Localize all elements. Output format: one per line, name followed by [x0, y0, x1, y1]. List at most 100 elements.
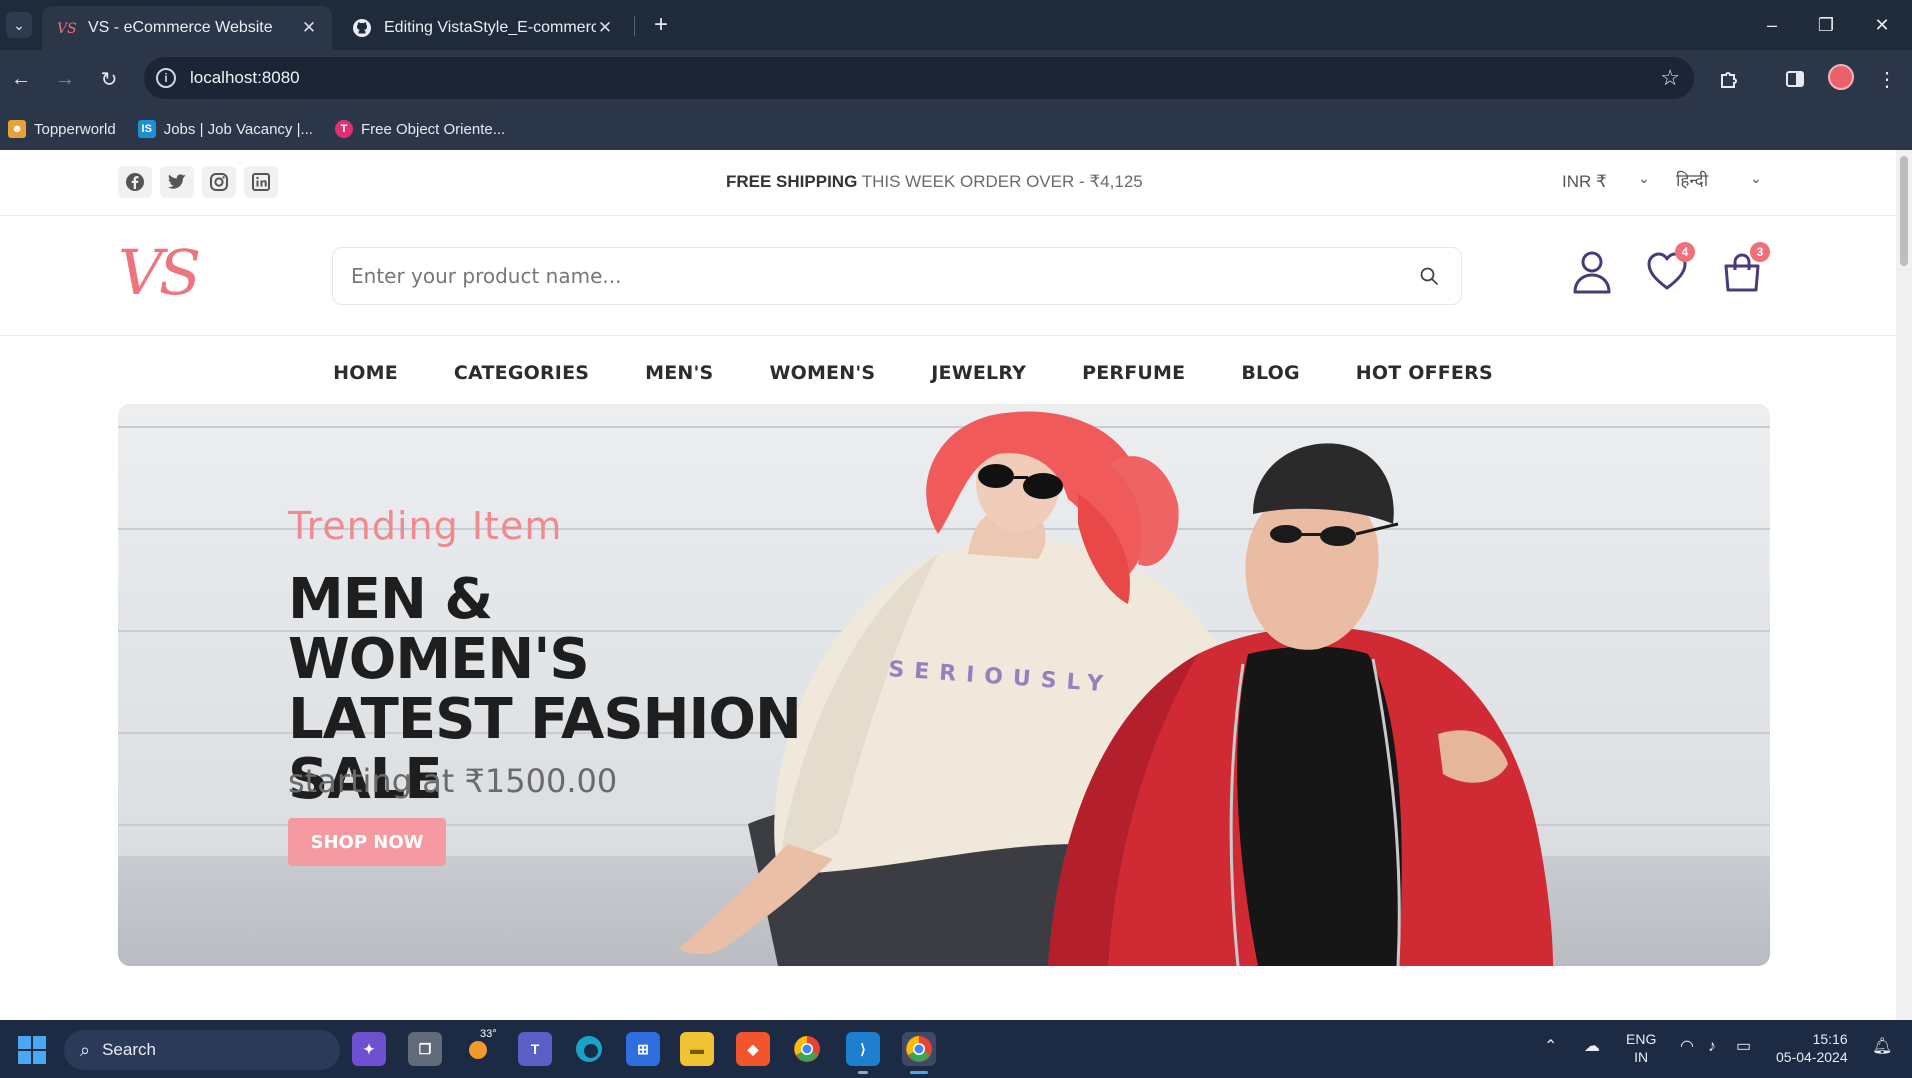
nav-perfume[interactable]: PERFUME: [1054, 336, 1213, 406]
nav-hot-offers[interactable]: HOT OFFERS: [1328, 336, 1521, 406]
onedrive-icon[interactable]: ☁: [1584, 1038, 1600, 1056]
wishlist-heart-icon[interactable]: 4: [1645, 242, 1695, 296]
nav-blog[interactable]: BLOG: [1213, 336, 1327, 406]
svg-text:VS: VS: [57, 21, 76, 37]
clock[interactable]: 15:16 05-04-2024: [1776, 1030, 1848, 1066]
wifi-icon[interactable]: ◠: [1680, 1038, 1694, 1056]
chevron-down-icon[interactable]: ⌄: [1638, 170, 1650, 187]
teams-icon[interactable]: T: [518, 1032, 552, 1066]
product-search-bar: [332, 247, 1462, 305]
microsoft-store-icon[interactable]: ⊞: [626, 1032, 660, 1066]
bookmarks-bar: ☻ Topperworld IS Jobs | Job Vacancy |...…: [0, 108, 1912, 150]
shopping-bag-icon[interactable]: 3: [1720, 242, 1770, 296]
task-view-icon[interactable]: ❐: [408, 1032, 442, 1066]
scrollbar-thumb[interactable]: [1900, 156, 1908, 266]
back-arrow-icon[interactable]: ←: [6, 64, 36, 94]
window-close-icon[interactable]: ✕: [1862, 10, 1902, 40]
tab-title: Editing VistaStyle_E-commerce-: [384, 19, 596, 36]
topperworld-favicon-icon: ☻: [8, 120, 26, 138]
bookmark-label: Free Object Oriente...: [360, 120, 506, 138]
taskbar-search-label: Search: [102, 1040, 156, 1059]
time-text: 15:16: [1812, 1031, 1848, 1047]
close-tab-icon[interactable]: ✕: [596, 18, 614, 38]
main-navigation: HOME CATEGORIES MEN'S WOMEN'S JEWELRY PE…: [0, 336, 1896, 406]
side-panel-icon[interactable]: [1780, 64, 1810, 94]
chevron-up-icon[interactable]: ⌃: [1544, 1038, 1557, 1056]
nav-jewelry[interactable]: JEWELRY: [903, 336, 1054, 406]
bookmark-topperworld[interactable]: ☻ Topperworld: [8, 120, 116, 138]
restore-icon[interactable]: ❐: [1806, 10, 1846, 40]
currency-select[interactable]: INR ₹: [1562, 172, 1607, 192]
user-account-icon[interactable]: [1570, 248, 1614, 296]
taskbar-search[interactable]: ⌕ Search: [64, 1030, 340, 1070]
shipping-rest-text: THIS WEEK ORDER OVER - ₹4,125: [861, 172, 1143, 191]
tab-search-button[interactable]: ⌄: [6, 12, 32, 38]
brave-browser-icon[interactable]: ◆: [736, 1032, 770, 1066]
free-shipping-banner: FREE SHIPPING THIS WEEK ORDER OVER - ₹4,…: [726, 172, 1143, 192]
hero-price: starting at ₹1500.00: [288, 762, 618, 800]
chrome-active-icon[interactable]: [902, 1032, 936, 1074]
volume-icon[interactable]: ♪: [1708, 1038, 1716, 1056]
reload-icon[interactable]: ↻: [94, 64, 124, 94]
instagram-icon[interactable]: [202, 166, 236, 198]
facebook-icon[interactable]: [118, 166, 152, 198]
bookmark-free-object-oriented[interactable]: T Free Object Oriente...: [334, 120, 506, 138]
search-icon[interactable]: [1409, 256, 1449, 296]
currency-value: INR ₹: [1562, 172, 1607, 191]
close-tab-icon[interactable]: ✕: [300, 18, 318, 38]
date-text: 05-04-2024: [1776, 1049, 1848, 1065]
web-page: FREE SHIPPING THIS WEEK ORDER OVER - ₹4,…: [0, 150, 1912, 1020]
forward-arrow-icon[interactable]: →: [50, 64, 80, 94]
announcement-bar: FREE SHIPPING THIS WEEK ORDER OVER - ₹4,…: [0, 150, 1896, 216]
lang-top: ENG: [1626, 1031, 1657, 1047]
nav-womens[interactable]: WOMEN'S: [741, 336, 903, 406]
address-bar[interactable]: i localhost:8080 ☆: [144, 57, 1694, 99]
profile-avatar[interactable]: [1828, 64, 1854, 90]
lang-bottom: IN: [1634, 1049, 1649, 1065]
battery-icon[interactable]: ▭: [1736, 1038, 1751, 1056]
language-select[interactable]: हिन्दी: [1676, 168, 1708, 191]
windows-start-icon[interactable]: [18, 1036, 46, 1064]
nav-mens[interactable]: MEN'S: [617, 336, 741, 406]
tab-separator: [634, 16, 635, 36]
weather-icon[interactable]: 33°: [462, 1028, 497, 1066]
extensions-puzzle-icon[interactable]: [1714, 64, 1744, 94]
twitter-icon[interactable]: [160, 166, 194, 198]
vscode-icon[interactable]: ⟩: [846, 1032, 880, 1074]
language-indicator[interactable]: ENG IN: [1626, 1030, 1656, 1066]
page-scrollbar[interactable]: [1896, 150, 1912, 1020]
minimize-icon[interactable]: –: [1752, 10, 1792, 40]
chevron-down-icon[interactable]: ⌄: [1750, 170, 1762, 187]
windows-taskbar: ⌕ Search ✦ ❐ 33° T ⊞ ▬ ◆ ⟩ ⌃ ☁ ENG IN ◠ …: [0, 1020, 1912, 1078]
copilot-preview-icon[interactable]: ✦: [352, 1032, 386, 1066]
language-value: हिन्दी: [1676, 171, 1709, 190]
running-indicator: [858, 1071, 868, 1074]
search-input[interactable]: [351, 264, 1409, 288]
bookmark-jobs[interactable]: IS Jobs | Job Vacancy |...: [137, 120, 313, 138]
nav-home[interactable]: HOME: [305, 336, 426, 406]
tab-vs-ecommerce[interactable]: VS VS - eCommerce Website ✕: [42, 6, 332, 50]
tab-github-editing[interactable]: Editing VistaStyle_E-commerce- ✕: [338, 6, 628, 50]
notification-bell-icon[interactable]: 🔔︎: [1872, 1038, 1892, 1056]
logo-text: VS: [118, 236, 199, 306]
active-indicator: [910, 1071, 928, 1074]
file-explorer-icon[interactable]: ▬: [680, 1032, 714, 1066]
vs-logo[interactable]: VS: [118, 236, 238, 306]
url-text: localhost:8080: [190, 68, 300, 87]
bookmark-label: Jobs | Job Vacancy |...: [163, 120, 313, 138]
cart-count-badge: 3: [1750, 242, 1770, 262]
linkedin-icon[interactable]: [244, 166, 278, 198]
site-info-icon[interactable]: i: [156, 68, 176, 88]
menu-kebab-icon[interactable]: ⋮: [1872, 64, 1902, 94]
vs-favicon-icon: VS: [57, 21, 76, 37]
shop-now-button[interactable]: SHOP NOW: [288, 818, 446, 866]
chrome-icon[interactable]: [790, 1032, 824, 1066]
social-links: [118, 166, 278, 198]
nav-categories[interactable]: CATEGORIES: [426, 336, 617, 406]
weather-temp: 33°: [480, 1028, 497, 1040]
new-tab-plus-icon[interactable]: +: [646, 10, 676, 40]
edge-icon[interactable]: [572, 1032, 606, 1066]
jobs-favicon-icon: IS: [137, 120, 156, 138]
bookmark-star-icon[interactable]: ☆: [1660, 65, 1680, 91]
shipping-bold-text: FREE SHIPPING: [726, 172, 858, 191]
